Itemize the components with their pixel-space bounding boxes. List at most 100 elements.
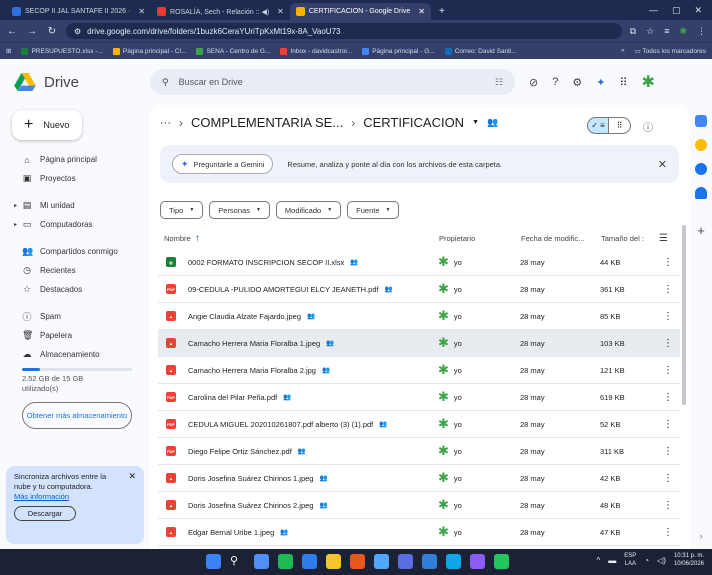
browser-tab[interactable]: ROSALÍA, Sech - Relación :: ◀) ✕ <box>151 3 290 20</box>
clock[interactable]: 10:31 p. m. 10/06/2026 <box>674 552 704 568</box>
bookmark-item[interactable]: Correo: David Santi... <box>444 47 517 55</box>
more-actions-icon[interactable]: ⋮ <box>658 500 678 511</box>
browser-tab[interactable]: SECOP II JAL SANTAFE II 2026 · ✕ <box>6 3 151 20</box>
filter-chip-tipo[interactable]: Tipo ▼ <box>160 201 204 219</box>
ask-gemini-button[interactable]: ✦ Preguntarle a Gemini <box>172 154 274 174</box>
bookmark-item[interactable]: Página principal - G... <box>362 47 435 55</box>
sidebar-item-spam[interactable]: ⓘ Spam <box>0 307 150 326</box>
google-apps-icon[interactable]: ⠿ <box>619 76 627 89</box>
taskbar-app-icon[interactable] <box>374 554 389 569</box>
sidebar-item-shared[interactable]: 👥 Compartidos conmigo <box>0 242 150 261</box>
profile-icon[interactable]: ✱ <box>679 26 687 37</box>
table-row[interactable]: PDF CEDULA MIGUEL 202010261807.pdf albert… <box>158 411 680 438</box>
table-row[interactable]: PDF Carolina del Pilar Peña.pdf 👥 ✱ yo 28 may… <box>158 384 680 411</box>
sidebar-item-my-drive[interactable]: ▸ ▤ Mi unidad <box>0 196 150 215</box>
close-tab-icon[interactable]: ✕ <box>138 7 145 16</box>
column-name[interactable]: Nombre ↑ <box>164 233 439 244</box>
new-tab-button[interactable]: + <box>431 6 453 20</box>
close-icon[interactable]: ✕ <box>128 471 136 481</box>
taskbar-app-icon[interactable] <box>470 554 485 569</box>
table-row[interactable]: ▲ Doris Josefina Suárez Chirinos 2.jpeg 👥 ✱… <box>158 492 680 519</box>
site-info-icon[interactable]: ⚙ <box>74 27 81 36</box>
keep-icon[interactable] <box>695 139 707 151</box>
more-actions-icon[interactable]: ⋮ <box>658 419 678 430</box>
table-row[interactable]: ▲ Angie Claudia Alzate Fajardo.jpeg 👥 ✱ yo 28… <box>158 303 680 330</box>
new-button[interactable]: + Nuevo <box>12 110 82 140</box>
get-more-storage-button[interactable]: Obtener más almacenamiento <box>22 402 132 429</box>
apps-grid-icon[interactable]: ⊞ <box>6 47 11 55</box>
close-tab-icon[interactable]: ✕ <box>418 7 425 16</box>
taskbar-app-icon[interactable] <box>278 554 293 569</box>
start-menu-icon[interactable] <box>206 554 221 569</box>
maximize-button[interactable]: ▢ <box>672 5 681 16</box>
bookmark-star-icon[interactable]: ☆ <box>646 26 654 37</box>
info-icon[interactable]: ⓘ <box>643 119 653 134</box>
offline-status-icon[interactable]: ⊘ <box>529 76 538 89</box>
sidebar-item-projects[interactable]: ▣ Proyectos <box>0 169 150 188</box>
taskbar-app-icon[interactable] <box>398 554 413 569</box>
expand-caret-icon[interactable]: ▸ <box>14 221 17 228</box>
bookmark-item[interactable]: Inbox - davidcastroi... <box>280 47 352 55</box>
column-owner[interactable]: Propietario <box>439 234 521 243</box>
table-row[interactable]: PDF Diego Felipe Ortiz Sánchez.pdf 👥 ✱ yo 28 … <box>158 438 680 465</box>
breadcrumb-current[interactable]: CERTIFICACION <box>363 115 464 130</box>
wifi-icon[interactable]: ◔ <box>644 556 649 565</box>
language-indicator[interactable]: ESP LAA <box>624 552 636 568</box>
minimize-button[interactable]: — <box>649 5 658 15</box>
sidebar-item-home[interactable]: ⌂ Página principal <box>0 150 150 169</box>
more-bookmarks-button[interactable]: » <box>621 47 625 55</box>
tray-chevron-icon[interactable]: ^ <box>597 556 601 565</box>
extensions-icon[interactable]: ≡ <box>664 26 669 37</box>
more-actions-icon[interactable]: ⋮ <box>658 392 678 403</box>
filter-chip-fuente[interactable]: Fuente ▼ <box>347 201 400 219</box>
search-options-icon[interactable]: ☷ <box>495 77 503 88</box>
close-tab-icon[interactable]: ✕ <box>277 7 284 16</box>
grid-view-button[interactable]: ⠿ <box>609 117 631 134</box>
sort-options-icon[interactable]: ☰ <box>659 233 679 244</box>
filter-chip-modificado[interactable]: Modificado ▼ <box>275 201 342 219</box>
table-row[interactable]: ▲ Edgar Bernal Uribe 1.jpeg 👥 ✱ yo 28 may 47 K… <box>158 519 680 546</box>
all-bookmarks-folder[interactable]: ▭ Todos los marcadores <box>635 47 706 55</box>
download-button[interactable]: Descargar <box>14 506 76 521</box>
sidebar-item-trash[interactable]: 🗑 Papelera <box>0 326 150 345</box>
table-row[interactable]: ▲ Camacho Herrera Maria Floralba 1.jpeg 👥 ✱… <box>158 330 680 357</box>
more-actions-icon[interactable]: ⋮ <box>658 446 678 457</box>
table-row[interactable]: ▲ Camacho Herrera Maria Floralba 2.jpg 👥 ✱ y… <box>158 357 680 384</box>
scrollbar[interactable] <box>682 225 686 405</box>
network-icon[interactable]: ▬ <box>608 556 616 565</box>
taskbar-app-icon[interactable] <box>494 554 509 569</box>
breadcrumb-parent[interactable]: COMPLEMENTARIA SE... <box>191 115 343 130</box>
sidebar-item-computer[interactable]: ▸ ▭ Computadoras <box>0 215 150 234</box>
tasks-icon[interactable] <box>695 163 707 175</box>
filter-chip-personas[interactable]: Personas ▼ <box>209 201 270 219</box>
more-actions-icon[interactable]: ⋮ <box>658 284 678 295</box>
add-addon-icon[interactable]: + <box>697 223 705 238</box>
close-icon[interactable]: ✕ <box>658 158 667 171</box>
sidebar-item-clock[interactable]: ◷ Recientes <box>0 261 150 280</box>
column-size[interactable]: Tamaño del : <box>601 234 659 243</box>
search-bar[interactable]: ⚲ Buscar en Drive ☷ <box>150 69 515 95</box>
url-field[interactable]: ⚙ drive.google.com/drive/folders/1buzk6C… <box>66 23 622 39</box>
search-icon[interactable]: ⚲ <box>230 554 245 569</box>
search-icon[interactable]: ⚲ <box>162 77 169 88</box>
taskbar-app-icon[interactable] <box>302 554 317 569</box>
gemini-icon[interactable]: ✦ <box>596 76 605 89</box>
chevron-right-icon[interactable]: › <box>700 531 703 541</box>
contacts-icon[interactable] <box>695 187 707 199</box>
sidebar-item-cloud[interactable]: ☁ Almacenamiento <box>0 345 150 364</box>
more-actions-icon[interactable]: ⋮ <box>658 527 678 538</box>
bookmark-item[interactable]: Página principal - Cl... <box>112 47 186 55</box>
volume-icon[interactable]: ◁) <box>657 556 666 565</box>
forward-icon[interactable]: → <box>26 26 38 37</box>
more-actions-icon[interactable]: ⋮ <box>658 257 678 268</box>
more-actions-icon[interactable]: ⋮ <box>658 473 678 484</box>
list-view-button[interactable]: ✓ ≡ <box>587 117 609 134</box>
close-window-button[interactable]: ✕ <box>694 5 702 16</box>
table-row[interactable]: ▦ 0002 FORMATO INSCRIPCION SECOP II.xlsx 👥… <box>158 249 680 276</box>
settings-icon[interactable]: ⚙ <box>572 76 582 89</box>
browser-menu-icon[interactable]: ⋮ <box>697 26 706 37</box>
taskbar-app-icon[interactable] <box>254 554 269 569</box>
learn-more-link[interactable]: Más información <box>14 492 136 502</box>
table-row[interactable]: ▲ Doris Josefina Suárez Chirinos 1.jpeg 👥 ✱… <box>158 465 680 492</box>
search-input[interactable]: Buscar en Drive <box>179 77 243 87</box>
